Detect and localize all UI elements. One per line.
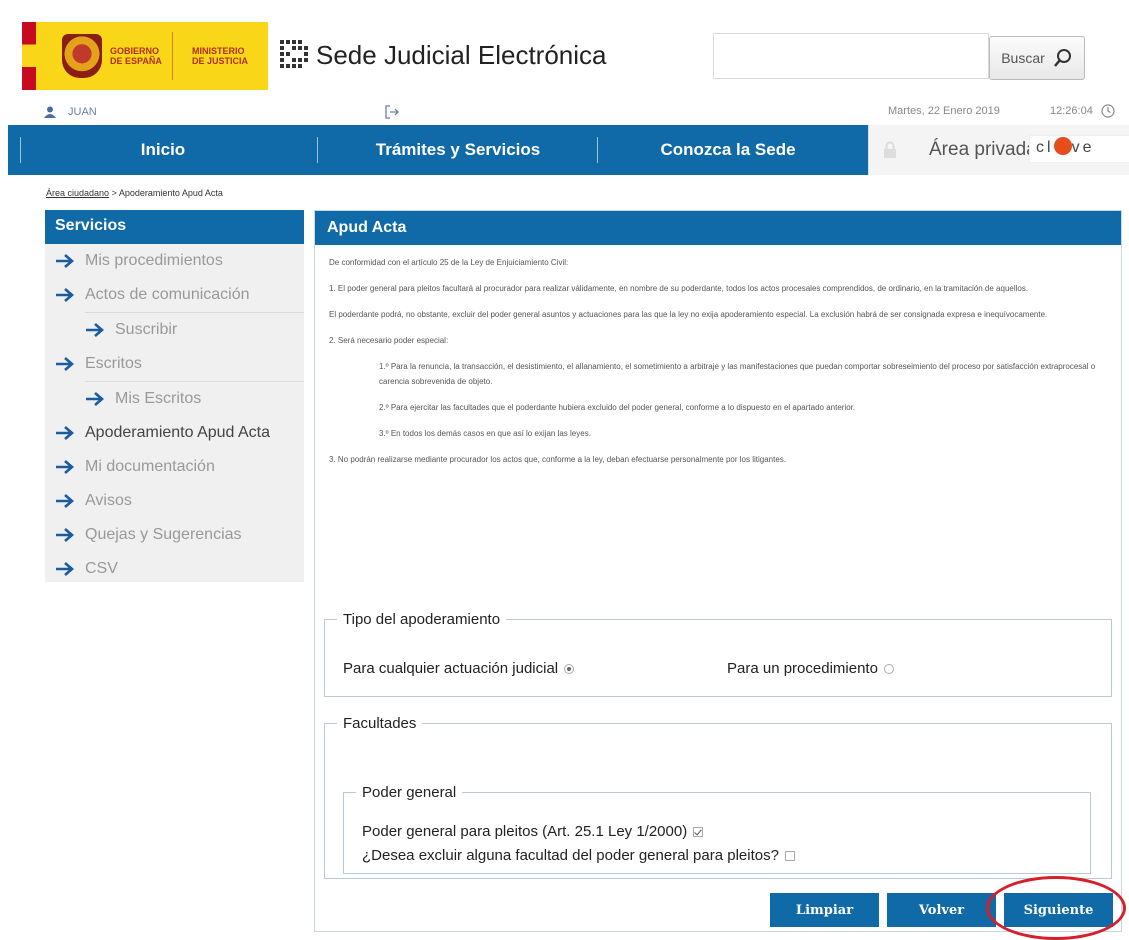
poder-general-legend: Poder general bbox=[362, 784, 457, 801]
logo-divider bbox=[172, 32, 173, 80]
legal-text: De conformidad con el artículo 25 de la … bbox=[315, 245, 1121, 467]
arrow-right-icon bbox=[56, 528, 74, 542]
arrow-right-icon bbox=[86, 323, 104, 337]
sidebar-item[interactable]: Mis procedimientos bbox=[45, 244, 304, 278]
user-bar: JUAN Martes, 22 Enero 2019 12:26:04 bbox=[0, 100, 1129, 124]
clave-logo[interactable]: cl ve bbox=[1029, 135, 1129, 163]
sidebar-item[interactable]: Suscribir bbox=[45, 313, 304, 347]
search-button[interactable]: Buscar bbox=[989, 36, 1085, 80]
panel-title: Apud Acta bbox=[315, 211, 1121, 245]
clave-o-icon bbox=[1053, 137, 1072, 155]
arrow-right-icon bbox=[56, 494, 74, 508]
check-excluir-label: ¿Desea excluir alguna facultad del poder… bbox=[362, 847, 779, 864]
government-logo[interactable]: GOBIERNO DE ESPAÑA MINISTERIO DE JUSTICI… bbox=[22, 22, 268, 90]
tipo-apoderamiento-group: Tipo del apoderamiento Para cualquier ac… bbox=[324, 611, 1112, 697]
arrow-right-icon bbox=[56, 357, 74, 371]
legal-paragraph-3b: 2.º Para ejercitar las facultades que el… bbox=[379, 403, 856, 412]
annotation-circle bbox=[986, 876, 1126, 940]
legal-intro: De conformidad con el artículo 25 de la … bbox=[329, 258, 569, 267]
sidebar-item[interactable]: Quejas y Sugerencias bbox=[45, 518, 304, 552]
sidebar-item[interactable]: Actos de comunicación bbox=[45, 278, 304, 312]
nav-item-conozca[interactable]: Conozca la Sede bbox=[598, 125, 858, 175]
private-area-label: Área privada bbox=[929, 139, 1037, 160]
current-date: Martes, 22 Enero 2019 bbox=[888, 105, 1000, 117]
check-excluir-facultad[interactable]: ¿Desea excluir alguna facultad del poder… bbox=[362, 847, 795, 864]
apud-acta-panel: Apud Acta De conformidad con el artículo… bbox=[314, 210, 1122, 932]
site-header: GOBIERNO DE ESPAÑA MINISTERIO DE JUSTICI… bbox=[0, 0, 1129, 125]
breadcrumb: Área ciudadano > Apoderamiento Apud Acta bbox=[46, 188, 223, 198]
limpiar-button[interactable]: Limpiar bbox=[770, 893, 879, 927]
sidebar-item[interactable]: Avisos bbox=[45, 484, 304, 518]
arrow-right-icon bbox=[56, 288, 74, 302]
arrow-right-icon bbox=[86, 392, 104, 406]
legal-paragraph-3c: 3.º En todos los demás casos en que así … bbox=[379, 429, 591, 438]
tipo-legend: Tipo del apoderamiento bbox=[343, 611, 501, 628]
clave-text-start: cl bbox=[1036, 139, 1054, 157]
current-time: 12:26:04 bbox=[1050, 105, 1093, 117]
option-cualquier-actuacion[interactable]: Para cualquier actuación judicial bbox=[343, 660, 575, 677]
sidebar-title: Servicios bbox=[45, 210, 304, 244]
search-button-label: Buscar bbox=[1001, 50, 1045, 66]
volver-button[interactable]: Volver bbox=[887, 893, 996, 927]
coat-of-arms-icon bbox=[62, 34, 102, 78]
sidebar-item-label: Escritos bbox=[85, 355, 142, 372]
sidebar-item[interactable]: Mis Escritos bbox=[45, 382, 304, 416]
sidebar-item-label: Mis Escritos bbox=[115, 390, 202, 407]
nav-item-inicio[interactable]: Inicio bbox=[8, 125, 318, 175]
sidebar-item-label: Avisos bbox=[85, 492, 132, 509]
check-poder-general[interactable]: Poder general para pleitos (Art. 25.1 Le… bbox=[362, 823, 704, 840]
sidebar-item[interactable]: CSV bbox=[45, 552, 304, 586]
facultades-legend: Facultades bbox=[343, 715, 417, 732]
sidebar-item-label: Apoderamiento Apud Acta bbox=[85, 424, 271, 441]
lock-icon bbox=[884, 141, 896, 158]
user-name: JUAN bbox=[68, 106, 97, 118]
legal-paragraph-1: 1. El poder general para pleitos faculta… bbox=[329, 284, 1029, 293]
option-procedimiento-label: Para un procedimiento bbox=[727, 660, 878, 677]
legal-paragraph-3: 2. Será necesario poder especial: bbox=[329, 336, 449, 345]
sede-logo-icon bbox=[280, 40, 308, 68]
clock-icon bbox=[1101, 104, 1115, 118]
sidebar-item[interactable]: Escritos bbox=[45, 347, 304, 381]
ministry-text: MINISTERIO DE JUSTICIA bbox=[192, 46, 249, 66]
option-un-procedimiento[interactable]: Para un procedimiento bbox=[727, 660, 894, 677]
arrow-right-icon bbox=[56, 562, 74, 576]
logout-icon[interactable] bbox=[384, 104, 400, 120]
sidebar-item-label: Actos de comunicación bbox=[85, 286, 250, 303]
radio-un-procedimiento[interactable] bbox=[883, 663, 894, 674]
private-area-link[interactable]: Área privada cl ve bbox=[868, 125, 1129, 175]
arrow-right-icon bbox=[56, 426, 74, 440]
user-icon bbox=[44, 106, 56, 118]
breadcrumb-separator: > bbox=[111, 188, 117, 198]
breadcrumb-link-area-ciudadano[interactable]: Área ciudadano bbox=[46, 188, 109, 198]
breadcrumb-current: Apoderamiento Apud Acta bbox=[118, 188, 223, 198]
arrow-right-icon bbox=[56, 460, 74, 474]
sidebar-item-label: Suscribir bbox=[115, 321, 178, 338]
sidebar-item-label: Mi documentación bbox=[85, 458, 215, 475]
checkbox-poder-general[interactable] bbox=[693, 826, 704, 837]
gov-text: GOBIERNO DE ESPAÑA bbox=[110, 46, 162, 66]
sidebar-list: Mis procedimientos Actos de comunicación S… bbox=[45, 244, 304, 586]
search-icon bbox=[1053, 49, 1071, 67]
site-title: Sede Judicial Electrónica bbox=[316, 40, 607, 70]
sidebar-item[interactable]: Mi documentación bbox=[45, 450, 304, 484]
sidebar-item-label: Quejas y Sugerencias bbox=[85, 526, 242, 543]
check-poder-general-label: Poder general para pleitos (Art. 25.1 Le… bbox=[362, 823, 688, 840]
facultades-group: Facultades Poder general Poder general p… bbox=[324, 715, 1112, 879]
sidebar-item-label: Mis procedimientos bbox=[85, 252, 223, 269]
poder-general-group: Poder general Poder general para pleitos… bbox=[343, 784, 1091, 874]
sidebar-item-label: CSV bbox=[85, 560, 118, 577]
legal-paragraph-3a: 1.º Para la renuncia, la transacción, el… bbox=[379, 362, 1096, 386]
checkbox-excluir-facultad[interactable] bbox=[784, 850, 795, 861]
radio-cualquier-actuacion[interactable] bbox=[564, 663, 575, 674]
nav-item-tramites[interactable]: Trámites y Servicios bbox=[318, 125, 598, 175]
arrow-right-icon bbox=[56, 254, 74, 268]
sidebar-item[interactable]: Apoderamiento Apud Acta bbox=[45, 416, 304, 450]
services-sidebar: Servicios Mis procedimientos Actos de com… bbox=[45, 210, 304, 582]
legal-paragraph-4: 3. No podrán realizarse mediante procura… bbox=[329, 455, 786, 464]
clave-text-end: ve bbox=[1071, 139, 1095, 157]
flag-stripe bbox=[22, 22, 36, 90]
search-input[interactable] bbox=[713, 33, 989, 79]
option-cualquier-label: Para cualquier actuación judicial bbox=[343, 660, 559, 677]
legal-paragraph-2: El poderdante podrá, no obstante, exclui… bbox=[329, 310, 1048, 319]
